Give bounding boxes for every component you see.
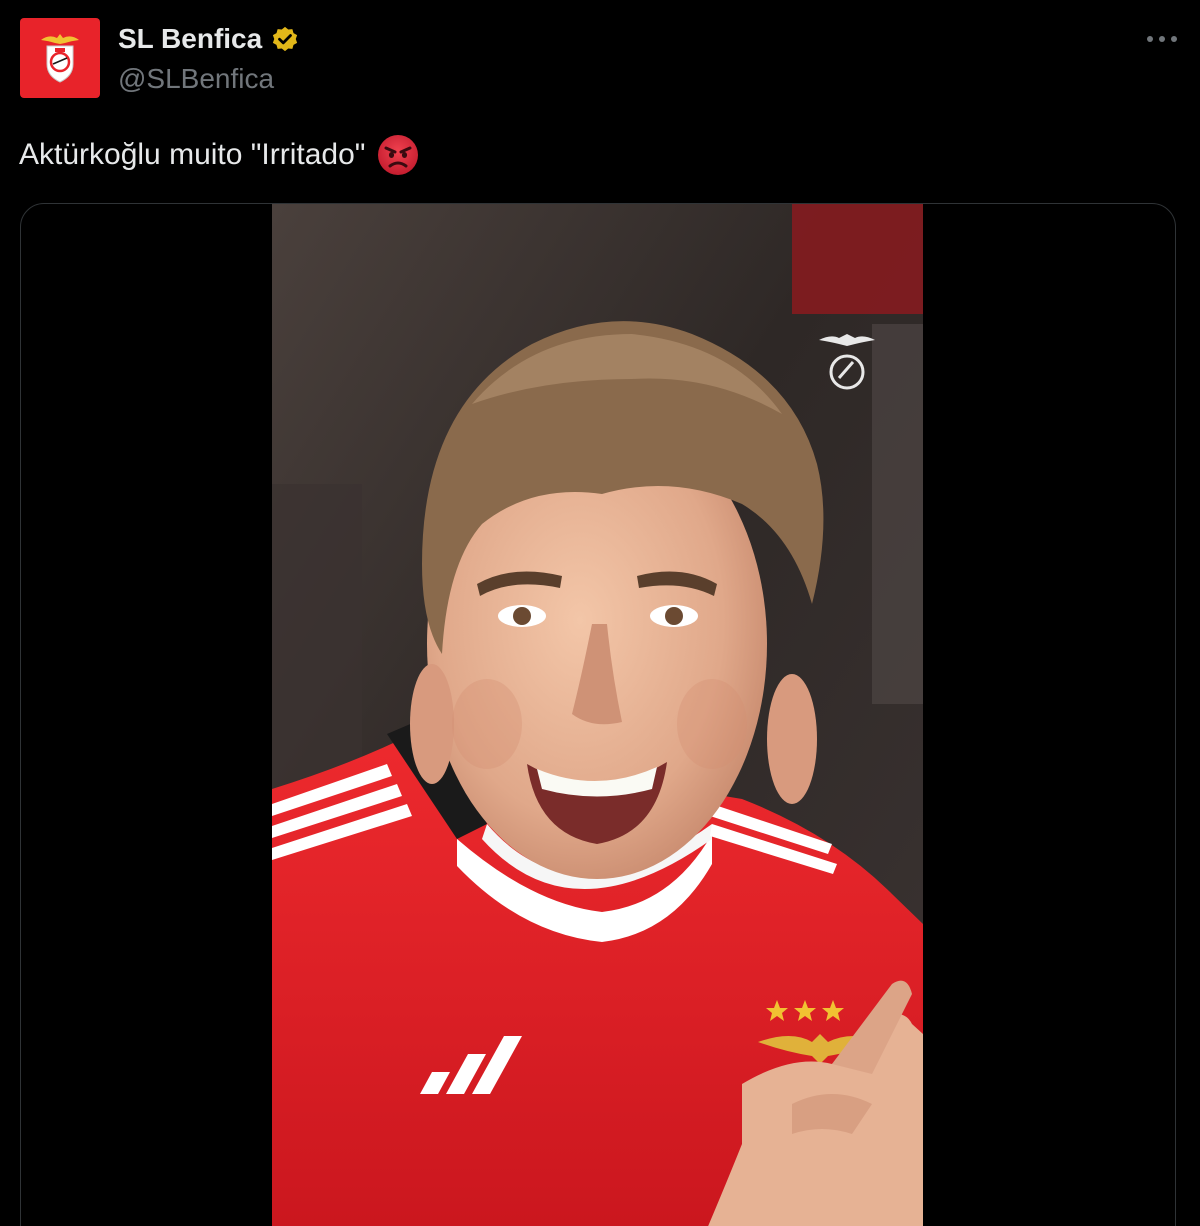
angry-face-emoji-icon [377,134,419,176]
tweet: SL Benfica @SLBenfica Aktürkoğlu muito "… [0,0,1200,1226]
verified-badge-icon [270,23,300,55]
tweet-text-content: Aktürkoğlu muito "Irritado" [19,138,366,171]
benfica-crest-icon [41,34,79,83]
media-photo[interactable] [272,204,923,1226]
media-card[interactable] [20,203,1176,1226]
author-handle[interactable]: @SLBenfica [118,62,274,96]
avatar[interactable] [20,18,100,98]
more-horizontal-icon [1147,36,1177,42]
tweet-text: Aktürkoğlu muito "Irritado" [19,134,419,176]
display-name[interactable]: SL Benfica [118,20,262,58]
more-options-button[interactable] [1142,22,1182,56]
author-name-row: SL Benfica [118,20,300,58]
